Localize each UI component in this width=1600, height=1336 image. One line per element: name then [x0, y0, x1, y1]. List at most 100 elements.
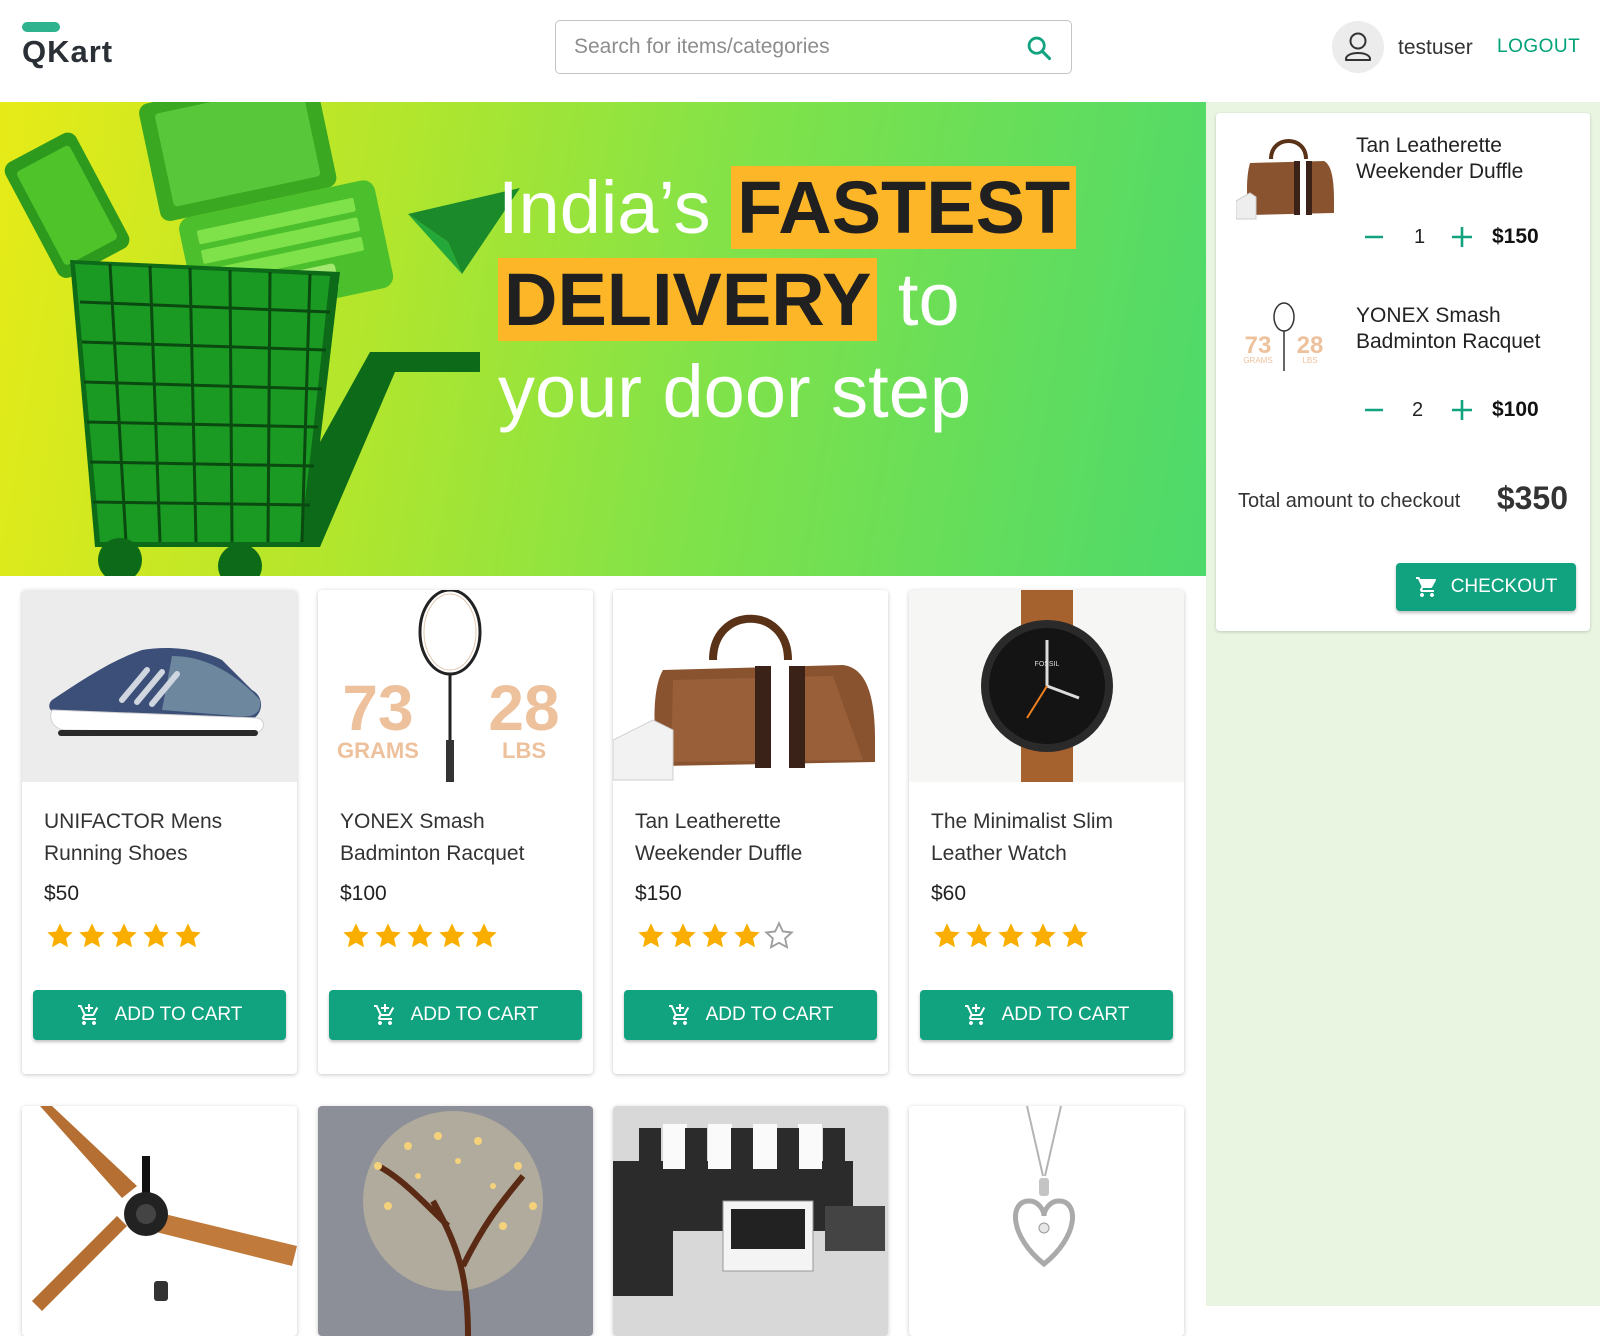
star-filled-icon	[343, 923, 369, 948]
star-filled-icon	[998, 923, 1024, 948]
hero-line3: your door step	[498, 350, 972, 433]
product-title: YONEX Smash Badminton Racquet	[340, 810, 525, 865]
star-filled-icon	[734, 923, 760, 948]
shopping-cart-icon	[1415, 577, 1436, 597]
add-to-cart-button[interactable]: ADD TO CART	[33, 990, 286, 1040]
star-empty-icon	[764, 921, 794, 949]
rating-stars	[44, 920, 204, 956]
product-price: $150	[635, 882, 682, 905]
hero-line2-plain: to	[897, 258, 960, 341]
logout-button[interactable]: LOGOUT	[1497, 36, 1580, 58]
product-card	[22, 1106, 297, 1336]
cart-item-qty: 1	[1414, 226, 1426, 248]
product-image-sofa-set[interactable]	[613, 1106, 888, 1336]
product-image-shoe[interactable]	[22, 590, 297, 782]
product-card	[909, 1106, 1184, 1336]
product-image-ceiling-fan[interactable]	[22, 1106, 297, 1336]
star-filled-icon	[1062, 923, 1088, 948]
logo-text: QKart	[22, 34, 114, 69]
hero-highlight-fastest: FASTEST	[731, 166, 1077, 249]
add-to-cart-button[interactable]: ADD TO CART	[329, 990, 582, 1040]
qkart-logo[interactable]: QKart	[22, 20, 132, 70]
search-box	[555, 20, 1072, 74]
header: QKart testuser LOGOUT	[0, 0, 1600, 102]
star-filled-icon	[143, 923, 169, 948]
add-shopping-cart-icon	[964, 1004, 985, 1025]
cart-item-image-racquet: 73 GRAMS 28 LBS	[1236, 301, 1336, 401]
cart-item-name: YONEX Smash Badminton Racquet	[1356, 304, 1541, 353]
product-card	[613, 1106, 888, 1336]
logo-mark	[22, 22, 60, 32]
product-price: $100	[340, 882, 387, 905]
product-card: 73 GRAMS 28 LBS YONEX Smash Badminton Ra…	[318, 590, 593, 1074]
add-to-cart-button[interactable]: ADD TO CART	[624, 990, 877, 1040]
racquet-tension-unit: LBS	[502, 738, 546, 763]
product-title: The Minimalist Slim Leather Watch	[931, 810, 1114, 865]
add-to-cart-label: ADD TO CART	[410, 1004, 539, 1025]
add-to-cart-label: ADD TO CART	[705, 1004, 834, 1025]
racquet-tension-number: 28	[488, 672, 559, 744]
hero-headline: India’s FASTEST DELIVERY to your door st…	[498, 162, 1077, 438]
add-icon[interactable]	[1448, 396, 1476, 424]
remove-icon[interactable]	[1360, 396, 1388, 424]
racquet-tension-unit: LBS	[1302, 356, 1317, 365]
checkout-label: CHECKOUT	[1450, 576, 1558, 597]
username: testuser	[1398, 36, 1473, 59]
hero-highlight-delivery: DELIVERY	[498, 258, 878, 341]
checkout-button[interactable]: CHECKOUT	[1396, 563, 1576, 611]
avatar[interactable]	[1332, 21, 1384, 73]
total-label: Total amount to checkout	[1238, 490, 1461, 512]
product-image-tree-lamp[interactable]	[318, 1106, 593, 1336]
cart-item-name: Tan Leatherette Weekender Duffle	[1356, 134, 1524, 183]
rating-stars	[635, 920, 795, 956]
racquet-tension-number: 28	[1297, 332, 1324, 359]
hero-banner: India’s FASTEST DELIVERY to your door st…	[0, 102, 1206, 576]
search-icon[interactable]	[1025, 34, 1053, 62]
add-to-cart-button[interactable]: ADD TO CART	[920, 990, 1173, 1040]
star-filled-icon	[702, 923, 728, 948]
add-shopping-cart-icon	[668, 1004, 689, 1025]
star-filled-icon	[670, 923, 696, 948]
product-image-watch[interactable]: FOSSIL	[909, 590, 1184, 782]
racquet-weight-number: 73	[342, 672, 413, 744]
cart-item-image-duffle	[1236, 131, 1336, 231]
add-to-cart-label: ADD TO CART	[114, 1004, 243, 1025]
cart-panel: Tan Leatherette Weekender Duffle 1 $150 …	[1216, 113, 1590, 631]
star-filled-icon	[79, 923, 105, 948]
racquet-weight-unit: GRAMS	[337, 738, 419, 763]
product-image-heart-pendant[interactable]	[909, 1106, 1184, 1336]
product-image-duffle[interactable]	[613, 590, 888, 782]
cart-item-price: $100	[1492, 398, 1539, 421]
rating-stars	[931, 920, 1091, 956]
cart-item-price: $150	[1492, 225, 1539, 248]
racquet-weight-number: 73	[1245, 332, 1272, 359]
remove-icon[interactable]	[1360, 223, 1388, 251]
product-image-racquet[interactable]: 73 GRAMS 28 LBS	[318, 590, 593, 782]
product-card: Tan Leatherette Weekender Duffle $150 AD…	[613, 590, 888, 1074]
star-filled-icon	[47, 923, 73, 948]
star-filled-icon	[1030, 923, 1056, 948]
product-title: UNIFACTOR Mens Running Shoes	[44, 810, 223, 865]
star-filled-icon	[638, 923, 664, 948]
add-to-cart-label: ADD TO CART	[1001, 1004, 1130, 1025]
product-title: Tan Leatherette Weekender Duffle	[635, 810, 803, 865]
star-filled-icon	[375, 923, 401, 948]
racquet-weight-unit: GRAMS	[1243, 356, 1272, 365]
add-shopping-cart-icon	[77, 1004, 98, 1025]
product-card	[318, 1106, 593, 1336]
cart-item-qty: 2	[1412, 399, 1424, 421]
star-filled-icon	[934, 923, 960, 948]
star-filled-icon	[966, 923, 992, 948]
star-filled-icon	[175, 923, 201, 948]
product-price: $50	[44, 882, 80, 905]
search-input[interactable]	[574, 31, 1004, 63]
add-icon[interactable]	[1448, 223, 1476, 251]
product-card: FOSSIL The Minimalist Slim Leather Watch…	[909, 590, 1184, 1074]
add-shopping-cart-icon	[373, 1004, 394, 1025]
star-filled-icon	[439, 923, 465, 948]
star-filled-icon	[471, 923, 497, 948]
total-amount: $350	[1496, 480, 1568, 516]
rating-stars	[340, 920, 500, 956]
watch-brand-text: FOSSIL	[1035, 661, 1060, 668]
hero-line1-plain: India’s	[498, 166, 711, 249]
